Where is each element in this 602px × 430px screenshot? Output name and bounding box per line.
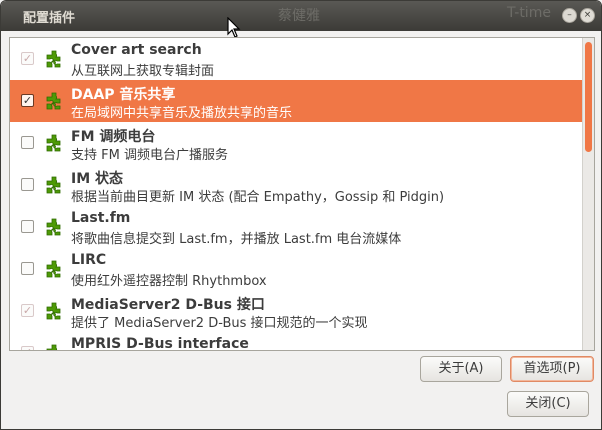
plugin-name: Cover art search [71,42,202,58]
plugin-checkbox[interactable] [21,220,34,233]
mouse-cursor-icon [227,17,241,38]
puzzle-piece-icon [45,344,63,350]
plugin-name: FM 调频电台 [71,129,156,145]
about-button[interactable]: 关于(A) [420,356,502,382]
plugin-row[interactable]: LIRC 使用红外遥控器控制 Rhythmbox [10,248,584,290]
puzzle-piece-icon [45,302,63,320]
puzzle-piece-icon [45,176,63,194]
plugin-description: 支持 FM 调频电台广播服务 [71,148,228,163]
plugin-rows: ✓ Cover art search 从互联网上获取专辑封面 ✓ DAAP 音乐共享在局… [10,38,584,351]
plugin-description: 使用红外遥控器控制 Rhythmbox [71,274,267,289]
close-window-button[interactable]: × [580,8,595,23]
titlebar[interactable]: 配置插件 蔡健雅 T-time – × [1,1,601,31]
puzzle-piece-icon [45,50,63,68]
window-title: 配置插件 [23,11,76,26]
plugin-name: DAAP 音乐共享 [71,87,176,103]
puzzle-piece-icon [45,134,63,152]
plugin-row[interactable]: IM 状态根据当前曲目更新 IM 状态 (配合 Empathy，Gossip 和… [10,164,584,206]
plugin-description: 将歌曲信息提交到 Last.fm，并播放 Last.fm 电台流媒体 [71,232,402,247]
plugin-row[interactable]: Last.fm 将歌曲信息提交到 Last.fm，并播放 Last.fm 电台流媒… [10,206,584,248]
plugin-checkbox[interactable]: ✓ [21,94,34,107]
plugin-description: 根据当前曲目更新 IM 状态 (配合 Empathy，Gossip 和 Pidg… [71,190,445,205]
plugin-checkbox[interactable]: ✓ [21,346,34,350]
plugin-row[interactable]: ✓ MPRIS D-Bus interface [10,332,584,351]
background-window-title: T-time [507,5,551,21]
plugin-description: 提供了 MediaServer2 D-Bus 接口规范的一个实现 [71,316,368,331]
plugin-name: MPRIS D-Bus interface [71,336,249,351]
puzzle-piece-icon [45,260,63,278]
plugin-name: IM 状态 [71,171,124,187]
plugin-row[interactable]: ✓ MediaServer2 D-Bus 接口提供了 MediaServer2 D… [10,290,584,332]
plugin-checkbox[interactable] [21,262,34,275]
plugin-list[interactable]: ✓ Cover art search 从互联网上获取专辑封面 ✓ DAAP 音乐共享在局… [9,37,595,351]
close-button[interactable]: 关闭(C) [507,391,589,417]
minimize-button[interactable]: – [562,8,577,23]
plugin-row[interactable]: ✓ Cover art search 从互联网上获取专辑封面 [10,38,584,80]
puzzle-piece-icon [45,218,63,236]
plugin-checkbox[interactable] [21,178,34,191]
plugin-checkbox[interactable]: ✓ [21,52,34,65]
plugin-row[interactable]: FM 调频电台支持 FM 调频电台广播服务 [10,122,584,164]
plugin-name: LIRC [71,252,107,268]
scrollbar-thumb[interactable] [585,42,592,152]
background-window-title: 蔡健雅 [278,8,320,24]
plugin-name: MediaServer2 D-Bus 接口 [71,297,265,313]
preferences-button[interactable]: 首选项(P) [510,356,594,382]
plugin-row[interactable]: ✓ DAAP 音乐共享在局域网中共享音乐及播放共享的音乐 [10,80,584,122]
plugin-description: 在局域网中共享音乐及播放共享的音乐 [71,106,293,121]
plugin-config-dialog: 配置插件 蔡健雅 T-time – × ✓ Cover art search 从互联… [0,0,602,430]
plugin-name: Last.fm [71,210,131,226]
plugin-description: 从互联网上获取专辑封面 [71,64,215,79]
plugin-checkbox[interactable] [21,136,34,149]
scrollbar[interactable] [582,38,594,350]
plugin-checkbox[interactable]: ✓ [21,304,34,317]
puzzle-piece-icon [45,92,63,110]
